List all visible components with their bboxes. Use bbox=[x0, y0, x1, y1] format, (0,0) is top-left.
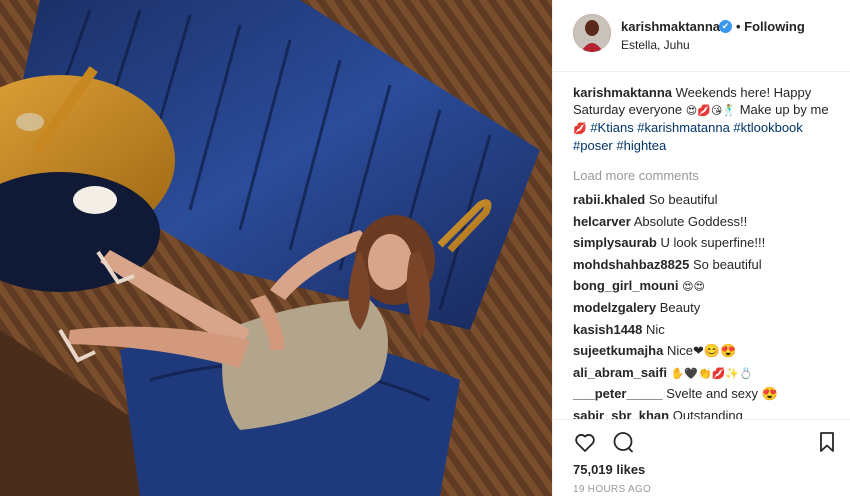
caption: karishmaktanna Weekends here! Happy Satu… bbox=[573, 84, 831, 154]
comment-username[interactable]: sabir_sbr_khan bbox=[573, 408, 669, 419]
post-timestamp[interactable]: 19 HOURS AGO bbox=[573, 484, 651, 495]
comment: simplysaurab U look superfine!!! bbox=[573, 232, 831, 254]
comment-username[interactable]: helcarver bbox=[573, 214, 631, 229]
comment-username[interactable]: mohdshahbaz8825 bbox=[573, 257, 689, 272]
comment-text: ✋🖤👏💋✨💍 bbox=[670, 366, 753, 380]
comment-text: Absolute Goddess!! bbox=[633, 213, 748, 229]
caption-username[interactable]: karishmaktanna bbox=[573, 85, 672, 100]
comment-text: 😍😍 bbox=[682, 280, 706, 294]
comment: modelzgalery Beauty bbox=[573, 297, 831, 319]
load-more-comments-button[interactable]: Load more comments bbox=[573, 168, 831, 183]
avatar[interactable] bbox=[573, 14, 611, 52]
comment: helcarver Absolute Goddess!! bbox=[573, 211, 831, 233]
instagram-post: karishmaktanna ✔ • Following Estella, Ju… bbox=[0, 0, 850, 496]
comment-username[interactable]: simplysaurab bbox=[573, 235, 657, 250]
caption-emoji-a: 😍💋😘🕺 bbox=[685, 104, 737, 117]
photo-illustration bbox=[0, 0, 552, 496]
comment-text: Nice❤😊😍 bbox=[666, 343, 737, 359]
location-link[interactable]: Estella, Juhu bbox=[621, 38, 690, 52]
post-actions: 75,019 likes 19 HOURS AGO bbox=[553, 419, 850, 496]
comment: mohdshahbaz8825 So beautiful bbox=[573, 254, 831, 276]
comment-username[interactable]: sujeetkumajha bbox=[573, 343, 663, 358]
post-header: karishmaktanna ✔ • Following Estella, Ju… bbox=[553, 0, 850, 72]
following-button[interactable]: • Following bbox=[736, 19, 805, 34]
comment: sabir_sbr_khan Outstanding bbox=[573, 405, 831, 419]
comment-text: Beauty bbox=[659, 299, 701, 315]
post-side-panel: karishmaktanna ✔ • Following Estella, Ju… bbox=[552, 0, 850, 496]
comment-text: Nic bbox=[646, 321, 665, 337]
comment-text: Svelte and sexy 😍 bbox=[666, 386, 778, 402]
comments-list[interactable]: karishmaktanna Weekends here! Happy Satu… bbox=[553, 84, 850, 419]
comment-username[interactable]: modelzgalery bbox=[573, 300, 656, 315]
likes-count[interactable]: 75,019 likes bbox=[573, 462, 645, 477]
post-photo[interactable] bbox=[0, 0, 552, 496]
caption-text-b: Make up by me bbox=[739, 102, 829, 117]
verified-badge-icon: ✔ bbox=[719, 20, 732, 33]
comment-username[interactable]: bong_girl_mouni bbox=[573, 278, 678, 293]
comment: sujeetkumajha Nice❤😊😍 bbox=[573, 340, 831, 362]
comment: bong_girl_mouni 😍😍 bbox=[573, 275, 831, 297]
comment-text: So beautiful bbox=[648, 192, 718, 207]
comment: rabii.khaled So beautiful bbox=[573, 189, 831, 211]
heart-outline-icon[interactable] bbox=[573, 430, 597, 454]
comment: ___peter_____ Svelte and sexy 😍 bbox=[573, 383, 831, 405]
comment-username[interactable]: rabii.khaled bbox=[573, 192, 645, 207]
avatar-image bbox=[573, 14, 611, 52]
caption-hashtags[interactable]: #Ktians #karishmatanna #ktlookbook #pose… bbox=[573, 120, 803, 153]
bookmark-icon[interactable] bbox=[815, 430, 839, 454]
comment: ali_abram_saifi ✋🖤👏💋✨💍 bbox=[573, 362, 831, 384]
comment-username[interactable]: ___peter_____ bbox=[573, 386, 663, 401]
comment-text: U look superfine!!! bbox=[660, 235, 766, 251]
caption-emoji-b: 💋 bbox=[573, 122, 587, 135]
comment-username[interactable]: ali_abram_saifi bbox=[573, 365, 667, 380]
comment-username[interactable]: kasish1448 bbox=[573, 322, 642, 337]
comment-text: So beautiful bbox=[692, 256, 762, 272]
comment-text: Outstanding bbox=[672, 407, 743, 419]
header-username[interactable]: karishmaktanna bbox=[621, 19, 720, 34]
comment: kasish1448 Nic bbox=[573, 319, 831, 341]
comment-bubble-icon[interactable] bbox=[611, 430, 635, 454]
